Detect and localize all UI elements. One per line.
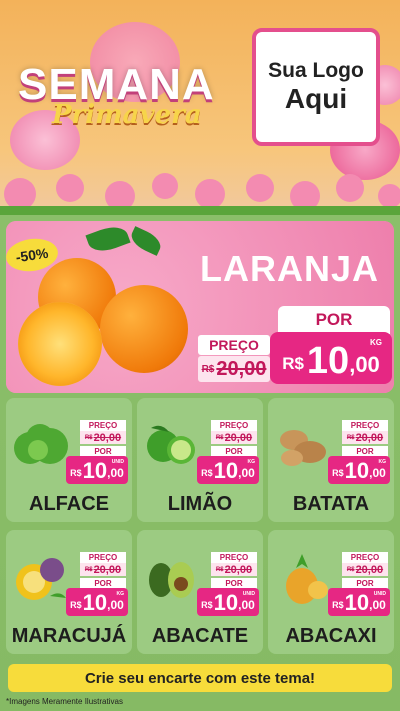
price-int: 10 xyxy=(213,590,239,615)
price-cents: ,00 xyxy=(107,598,124,612)
preco-label: PREÇO xyxy=(342,420,388,431)
price-tag: UNID R$ 10,00 xyxy=(66,456,128,484)
old-price: R$ 20,00 xyxy=(342,563,388,576)
logo-placeholder[interactable]: Sua Logo Aqui xyxy=(252,28,380,146)
price-int: 10 xyxy=(344,590,370,615)
preco-label: PREÇO xyxy=(211,552,257,563)
old-currency: R$ xyxy=(84,434,93,441)
price-unit: KG xyxy=(247,459,256,465)
old-currency: R$ xyxy=(215,566,224,573)
old-currency: R$ xyxy=(84,566,93,573)
hero-old-currency: R$ xyxy=(201,363,215,375)
preco-label: PREÇO xyxy=(211,420,257,431)
hero-preco-label: PREÇO xyxy=(198,335,270,355)
flower-row-decoration xyxy=(0,170,400,215)
product-name: LIMÃO xyxy=(167,493,233,515)
logo-line2: Aqui xyxy=(284,83,348,114)
price-currency: R$ xyxy=(332,600,344,610)
hero-product-name: LARANJA xyxy=(200,248,380,289)
price-unit: KG xyxy=(378,459,387,465)
old-price: R$ 20,00 xyxy=(211,563,257,576)
product-image xyxy=(141,550,203,611)
price-cents: ,00 xyxy=(107,466,124,480)
price-currency: R$ xyxy=(332,468,344,478)
price-currency: R$ xyxy=(201,468,213,478)
product-image xyxy=(141,418,203,479)
product-name: ALFACE xyxy=(29,493,109,515)
price-unit: KG xyxy=(116,591,125,597)
price-int: 10 xyxy=(82,590,108,615)
preco-label: PREÇO xyxy=(342,552,388,563)
old-price-value: 20,00 xyxy=(224,431,253,444)
product-image xyxy=(272,418,334,479)
price-tag: UNID R$ 10,00 xyxy=(328,588,390,616)
old-price-value: 20,00 xyxy=(355,431,384,444)
price-tag: UNID R$ 10,00 xyxy=(197,588,259,616)
logo-line1: Sua Logo xyxy=(268,59,364,82)
product-image xyxy=(10,550,72,611)
price-unit: UNID xyxy=(111,459,124,465)
hero-old-price: R$ 20,00 xyxy=(198,356,270,382)
product-name: ABACATE xyxy=(151,625,249,647)
price-tag: KG R$ 10,00 xyxy=(66,588,128,616)
price-currency: R$ xyxy=(70,600,82,610)
price-cents: ,00 xyxy=(369,598,386,612)
hero-price-tag: KG R$ 10 ,00 xyxy=(270,332,392,384)
hero-currency: R$ xyxy=(282,354,304,373)
product-image xyxy=(10,418,72,479)
hero-price-cents: ,00 xyxy=(349,352,380,377)
product-card[interactable]: PREÇO R$ 20,00 POR KG R$ 10,00 MARACUJÁ xyxy=(6,530,132,654)
old-price-value: 20,00 xyxy=(355,563,384,576)
product-card[interactable]: PREÇO R$ 20,00 POR KG R$ 10,00 BATATA xyxy=(268,398,394,522)
price-int: 10 xyxy=(82,458,108,483)
campaign-subtitle: Primavera xyxy=(52,100,202,130)
price-int: 10 xyxy=(344,458,370,483)
old-price-value: 20,00 xyxy=(224,563,253,576)
price-unit: UNID xyxy=(242,591,255,597)
price-cents: ,00 xyxy=(369,466,386,480)
old-currency: R$ xyxy=(346,434,355,441)
old-price: R$ 20,00 xyxy=(342,431,388,444)
price-unit: UNID xyxy=(373,591,386,597)
old-price: R$ 20,00 xyxy=(80,563,126,576)
product-name: MARACUJÁ xyxy=(11,625,127,647)
orange-image xyxy=(100,285,188,373)
product-name: BATATA xyxy=(292,493,370,515)
hero-por-label: POR xyxy=(278,306,390,334)
hero-unit: KG xyxy=(370,338,382,347)
price-cents: ,00 xyxy=(238,598,255,612)
old-currency: R$ xyxy=(346,566,355,573)
old-price: R$ 20,00 xyxy=(211,431,257,444)
disclaimer-text: *Imagens Meramente Ilustrativas xyxy=(6,697,123,706)
old-price-value: 20,00 xyxy=(93,431,122,444)
old-price-value: 20,00 xyxy=(93,563,122,576)
header-banner: SEMANA Primavera Sua Logo Aqui xyxy=(0,0,400,215)
price-int: 10 xyxy=(213,458,239,483)
hero-price-int: 10 xyxy=(306,340,350,382)
preco-label: PREÇO xyxy=(80,420,126,431)
hero-old-value: 20,00 xyxy=(216,357,267,380)
product-card[interactable]: PREÇO R$ 20,00 POR UNID R$ 10,00 ALFACE xyxy=(6,398,132,522)
price-cents: ,00 xyxy=(238,466,255,480)
product-name: ABACAXI xyxy=(285,625,377,647)
old-currency: R$ xyxy=(215,434,224,441)
price-currency: R$ xyxy=(201,600,213,610)
price-tag: KG R$ 10,00 xyxy=(197,456,259,484)
old-price: R$ 20,00 xyxy=(80,431,126,444)
price-tag: KG R$ 10,00 xyxy=(328,456,390,484)
product-card[interactable]: PREÇO R$ 20,00 POR UNID R$ 10,00 ABACATE xyxy=(137,530,263,654)
preco-label: PREÇO xyxy=(80,552,126,563)
product-card[interactable]: PREÇO R$ 20,00 POR KG R$ 10,00 LIMÃO xyxy=(137,398,263,522)
product-image xyxy=(272,550,334,611)
price-currency: R$ xyxy=(70,468,82,478)
orange-half-image xyxy=(18,302,102,386)
product-card[interactable]: PREÇO R$ 20,00 POR UNID R$ 10,00 ABACAXI xyxy=(268,530,394,654)
cta-banner[interactable]: Crie seu encarte com este tema! xyxy=(8,664,392,692)
